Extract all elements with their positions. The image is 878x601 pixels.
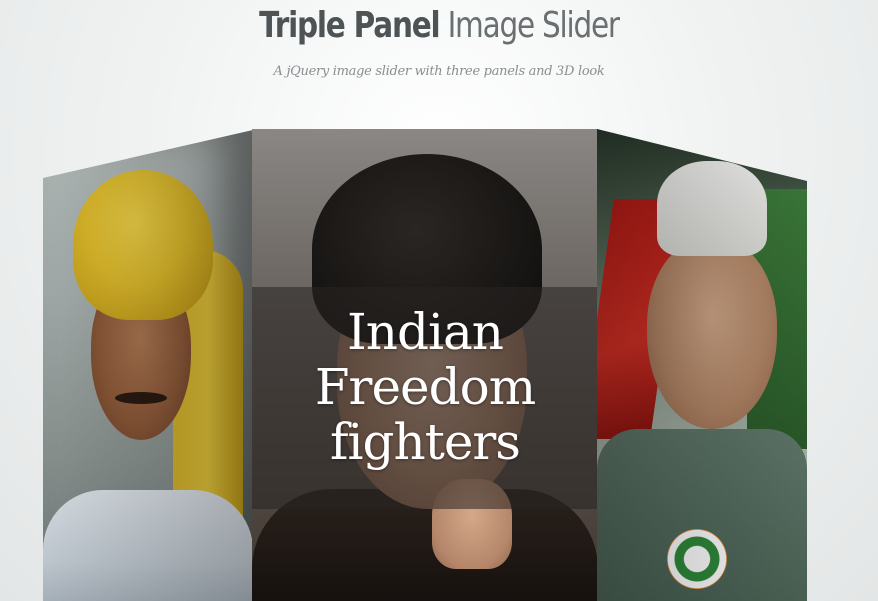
page-title: Triple Panel Image Slider bbox=[79, 4, 799, 48]
caption-line-3: fighters bbox=[330, 413, 521, 471]
slider-panel-center[interactable]: Indian Freedom fighters bbox=[252, 129, 598, 601]
caption-line-2: Freedom bbox=[314, 358, 536, 416]
slider-panel-left[interactable] bbox=[43, 130, 253, 601]
panel-shade bbox=[43, 130, 253, 601]
page-subtitle: A jQuery image slider with three panels … bbox=[273, 64, 605, 79]
caption-line-1: Indian bbox=[347, 303, 504, 361]
slider-panel-right[interactable] bbox=[597, 129, 807, 601]
panel-shade bbox=[597, 129, 807, 601]
page-title-light: Image Slider bbox=[447, 5, 620, 46]
slider-demo-page: Triple Panel Image Slider A jQuery image… bbox=[0, 0, 878, 601]
page-title-bold: Triple Panel bbox=[259, 5, 441, 46]
slide-caption: Indian Freedom fighters bbox=[252, 305, 598, 470]
